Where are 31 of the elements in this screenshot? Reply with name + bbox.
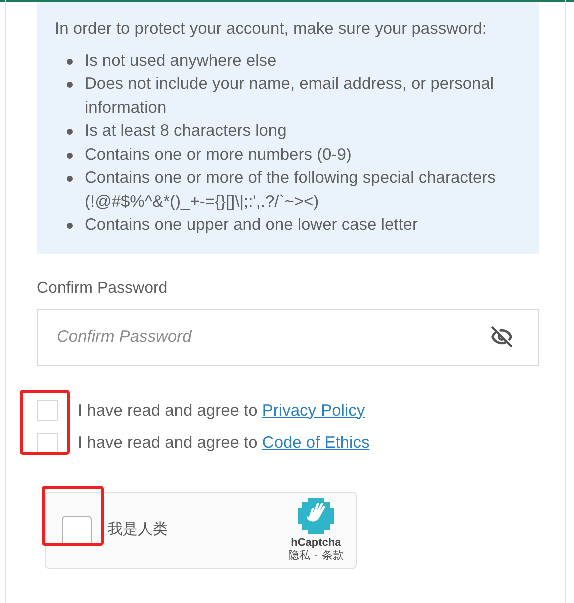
requirement-text: Contains one upper and one lower case letter: [85, 215, 418, 236]
requirement-text: Does not include your name, email address, or personal information: [85, 74, 496, 118]
field-label: Confirm Password: [37, 278, 169, 298]
checkbox[interactable]: [37, 433, 58, 454]
requirement-text: Contains one or more numbers (0-9): [85, 144, 352, 166]
policy-link[interactable]: Privacy Policy: [262, 402, 366, 420]
bullet-icon: [67, 223, 73, 229]
link-separator: -: [314, 550, 318, 563]
agreement-text: I have read and agree to Privacy Policy: [78, 400, 366, 422]
bullet-icon: [67, 129, 73, 135]
agreement-text: I have read and agree to Code of Ethics: [78, 433, 370, 454]
highlight-frame: [20, 390, 70, 455]
requirement-text: Contains one or more of the following special characters (!@#$%^&*()_+-={}[]\|;:',.?/`~><): [85, 168, 497, 212]
confirm-password-field[interactable]: Confirm Password: [37, 308, 539, 366]
checkbox[interactable]: [37, 400, 58, 422]
checkbox[interactable]: [62, 516, 92, 546]
policy-link[interactable]: Code of Ethics: [262, 434, 370, 452]
hand-logo-icon: [298, 498, 334, 534]
bullet-icon: [67, 152, 73, 158]
bullet-icon: [67, 58, 73, 64]
bullet-icon: [67, 82, 73, 88]
requirement-text: Is not used anywhere else: [85, 50, 277, 72]
requirement-text: Is at least 8 characters long: [85, 121, 287, 142]
privacy-link[interactable]: 隐私: [288, 550, 310, 563]
intro-text: In order to protect your account, make sure your password:: [55, 19, 488, 40]
terms-link[interactable]: 条款: [322, 550, 344, 563]
captcha-label: 我是人类: [108, 520, 168, 540]
captcha-brand: hCaptcha: [291, 536, 342, 550]
hide-password-icon[interactable]: [491, 326, 513, 348]
highlight-frame: [42, 486, 104, 546]
bullet-icon: [67, 176, 73, 182]
